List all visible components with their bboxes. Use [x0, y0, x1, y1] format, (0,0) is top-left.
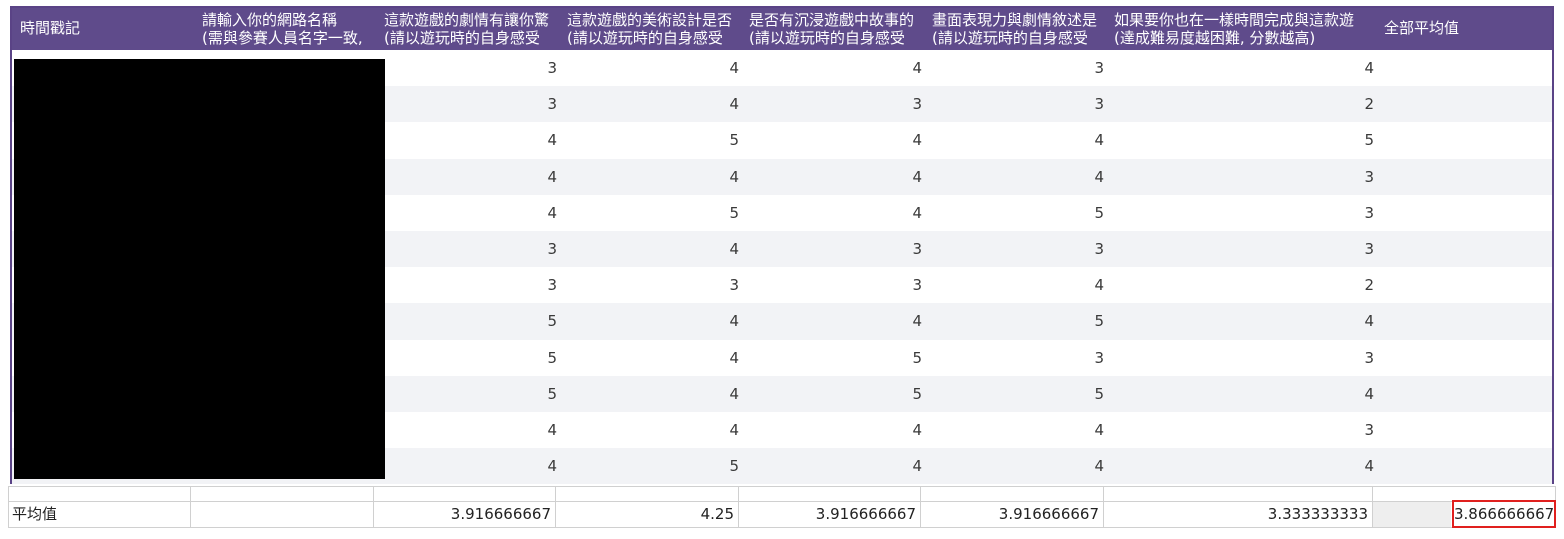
- table-cell[interactable]: 4: [1194, 376, 1374, 412]
- table-cell[interactable]: 5: [924, 376, 1104, 412]
- divider: [190, 486, 191, 528]
- average-q5[interactable]: 3.333333333: [1104, 502, 1372, 527]
- table-cell[interactable]: 3: [924, 231, 1104, 267]
- table-cell[interactable]: 4: [559, 50, 739, 86]
- table-cell[interactable]: 3: [924, 50, 1104, 86]
- table-cell[interactable]: 4: [924, 267, 1104, 303]
- table-cell[interactable]: 3: [377, 50, 557, 86]
- table-cell[interactable]: 4: [1194, 448, 1374, 484]
- table-cell[interactable]: 3: [1194, 195, 1374, 231]
- table-cell[interactable]: 3: [924, 340, 1104, 376]
- table-cell[interactable]: 4: [1194, 50, 1374, 86]
- divider: [8, 527, 1556, 528]
- table-cell[interactable]: 3: [1194, 159, 1374, 195]
- table-cell[interactable]: 4: [924, 448, 1104, 484]
- table-cell[interactable]: 4: [559, 412, 739, 448]
- overall-average-cell[interactable]: 3.866666667: [1452, 500, 1556, 528]
- table-cell[interactable]: 4: [924, 159, 1104, 195]
- table-cell[interactable]: 4: [742, 122, 922, 158]
- table-cell[interactable]: 4: [559, 376, 739, 412]
- table-cell[interactable]: 4: [559, 340, 739, 376]
- table-cell[interactable]: 2: [1194, 267, 1374, 303]
- table-cell[interactable]: 5: [924, 303, 1104, 339]
- redacted-region: [14, 59, 385, 479]
- table-cell[interactable]: 3: [377, 231, 557, 267]
- table-cell[interactable]: 4: [924, 412, 1104, 448]
- table-cell[interactable]: 4: [1194, 303, 1374, 339]
- table-cell[interactable]: 4: [742, 50, 922, 86]
- table-cell[interactable]: 3: [1194, 340, 1374, 376]
- header-q1[interactable]: 這款遊戲的劇情有讓你驚 (請以遊玩時的自身感受: [384, 8, 564, 50]
- table-cell[interactable]: 3: [742, 267, 922, 303]
- table-cell[interactable]: 3: [742, 231, 922, 267]
- header-q2[interactable]: 這款遊戲的美術設計是否 (請以遊玩時的自身感受: [567, 8, 747, 50]
- table-cell[interactable]: 4: [742, 412, 922, 448]
- table-cell[interactable]: 5: [1194, 122, 1374, 158]
- table-cell[interactable]: 5: [559, 448, 739, 484]
- table-cell[interactable]: 4: [559, 159, 739, 195]
- table-cell[interactable]: 4: [924, 122, 1104, 158]
- table-cell[interactable]: 3: [377, 86, 557, 122]
- header-name[interactable]: 請輸入你的網路名稱 (需與參賽人員名字一致,: [202, 8, 382, 50]
- table-cell[interactable]: 4: [377, 195, 557, 231]
- header-q5[interactable]: 如果要你也在一樣時間完成與這款遊 (達成難易度越困難, 分數越高): [1114, 8, 1376, 50]
- header-q4[interactable]: 畫面表現力與劇情敘述是 (請以遊玩時的自身感受: [932, 8, 1112, 50]
- header-q3[interactable]: 是否有沉浸遊戲中故事的 (請以遊玩時的自身感受: [749, 8, 929, 50]
- table-cell[interactable]: 4: [559, 86, 739, 122]
- table-cell[interactable]: 3: [924, 86, 1104, 122]
- table-cell[interactable]: 5: [559, 195, 739, 231]
- header-timestamp-label: 時間戳記: [20, 19, 81, 37]
- average-q4[interactable]: 3.916666667: [921, 502, 1103, 527]
- table-cell[interactable]: 5: [742, 376, 922, 412]
- average-row: 平均值 3.916666667 4.25 3.916666667 3.91666…: [8, 486, 1556, 528]
- table-cell[interactable]: 5: [559, 122, 739, 158]
- table-cell[interactable]: 5: [377, 340, 557, 376]
- table-cell[interactable]: 4: [742, 195, 922, 231]
- table-cell[interactable]: 4: [742, 159, 922, 195]
- average-q1[interactable]: 3.916666667: [374, 502, 555, 527]
- divider: [8, 486, 1556, 487]
- table-cell[interactable]: 4: [377, 159, 557, 195]
- table-cell[interactable]: 3: [1194, 412, 1374, 448]
- divider: [8, 486, 9, 528]
- responses-table: 時間戳記 請輸入你的網路名稱 (需與參賽人員名字一致, 這款遊戲的劇情有讓你驚 …: [10, 6, 1554, 485]
- table-cell[interactable]: 4: [742, 448, 922, 484]
- average-q3[interactable]: 3.916666667: [739, 502, 920, 527]
- table-cell[interactable]: 3: [559, 267, 739, 303]
- table-header: 時間戳記 請輸入你的網路名稱 (需與參賽人員名字一致, 這款遊戲的劇情有讓你驚 …: [12, 8, 1552, 50]
- spreadsheet: 時間戳記 請輸入你的網路名稱 (需與參賽人員名字一致, 這款遊戲的劇情有讓你驚 …: [0, 0, 1564, 539]
- table-cell[interactable]: 5: [377, 376, 557, 412]
- average-q2[interactable]: 4.25: [556, 502, 738, 527]
- table-cell[interactable]: 4: [377, 448, 557, 484]
- header-timestamp[interactable]: 時間戳記: [20, 8, 200, 50]
- header-overall-average[interactable]: 全部平均值: [1384, 8, 1544, 50]
- table-cell[interactable]: 5: [377, 303, 557, 339]
- table-cell[interactable]: 5: [924, 195, 1104, 231]
- average-label[interactable]: 平均值: [12, 502, 57, 527]
- empty-cell: [1373, 502, 1451, 527]
- table-cell[interactable]: 4: [742, 303, 922, 339]
- table-cell[interactable]: 4: [559, 303, 739, 339]
- table-cell[interactable]: 4: [377, 412, 557, 448]
- table-cell[interactable]: 5: [742, 340, 922, 376]
- table-cell[interactable]: 3: [1194, 231, 1374, 267]
- table-cell[interactable]: 3: [742, 86, 922, 122]
- table-cell[interactable]: 2: [1194, 86, 1374, 122]
- table-cell[interactable]: 4: [559, 231, 739, 267]
- table-cell[interactable]: 3: [377, 267, 557, 303]
- table-cell[interactable]: 4: [377, 122, 557, 158]
